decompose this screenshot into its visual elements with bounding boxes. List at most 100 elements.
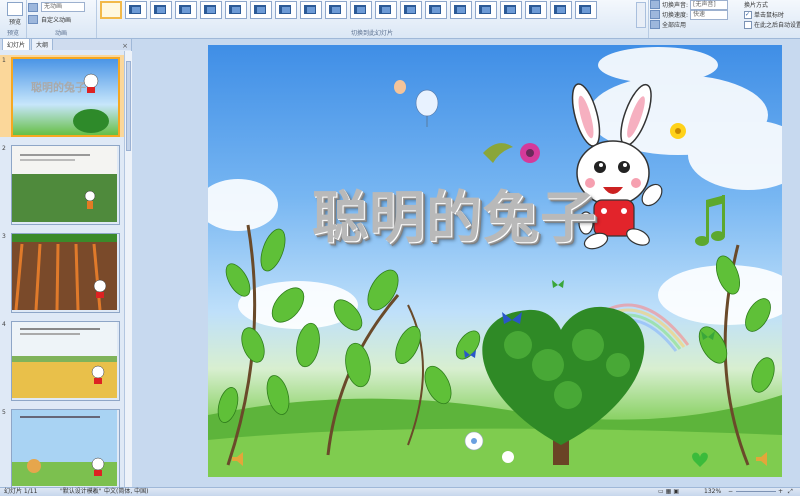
slides-pane-scrollbar[interactable] [124, 51, 132, 487]
slide-thumbnail-row[interactable]: 5 [0, 407, 124, 487]
transition-effect-button[interactable] [375, 1, 397, 19]
preview-button-label: 预览 [8, 19, 21, 26]
transition-effect-icon [282, 7, 290, 13]
slide-thumbnail-list: 1 聪明的兔子 2 3 4 5 [0, 51, 124, 487]
transition-speed-select[interactable]: 快速 [690, 9, 729, 20]
slides-pane: 幻灯片 大纲 × 1 聪明的兔子 2 3 4 5 [0, 38, 132, 487]
animate-row: 无动画 [28, 2, 85, 12]
advance-slide-label: 换片方式 [744, 2, 769, 9]
transition-effect-button[interactable] [200, 1, 222, 19]
slide-thumbnail[interactable] [11, 409, 120, 487]
transition-gallery [100, 1, 597, 19]
slide-canvas[interactable]: 聪明的兔子 [208, 45, 782, 477]
transition-speed-row: 切换速度: 快速 [650, 9, 729, 20]
animate-select[interactable]: 无动画 [41, 2, 85, 12]
slide-number: 5 [2, 409, 6, 416]
transition-effect-button[interactable] [125, 1, 147, 19]
slide-number: 4 [2, 321, 6, 328]
auto-after-checkbox[interactable] [744, 20, 752, 29]
zoom-slider[interactable] [736, 491, 776, 492]
slide-thumbnail-row[interactable]: 3 [0, 231, 124, 313]
custom-animation-button[interactable]: 自定义动画 [28, 14, 71, 24]
slide-3-preview [12, 234, 117, 311]
close-pane-icon[interactable]: × [122, 42, 128, 50]
bird-graphic [483, 143, 513, 163]
slide-1-preview: 聪明的兔子 [13, 59, 118, 135]
slide-number: 2 [2, 145, 6, 152]
apply-all-icon [650, 20, 660, 29]
slide-thumbnail-row[interactable]: 4 [0, 319, 124, 401]
transition-effect-button[interactable] [550, 1, 572, 19]
transition-effect-icon [307, 7, 315, 13]
animation-group: 无动画 自定义动画 动画 [26, 0, 97, 38]
preview-group-label: 预览 [6, 30, 19, 37]
apply-all-button[interactable]: 全部应用 [650, 20, 686, 29]
transition-effect-button[interactable] [475, 1, 497, 19]
transition-effect-button[interactable] [575, 1, 597, 19]
transition-effect-icon [507, 7, 515, 13]
transition-effect-icon [207, 7, 215, 13]
slide-thumbnail-row[interactable]: 2 [0, 143, 124, 225]
slide-thumbnail[interactable] [11, 321, 120, 401]
transition-effect-button[interactable] [350, 1, 372, 19]
ribbon: 预览 预览 无动画 自定义动画 动画 切换到此幻灯片 切换声音: [无声音] 切… [0, 0, 800, 39]
pane-tabs: 幻灯片 大纲 × [0, 38, 131, 50]
transition-speed-label: 切换速度: [662, 12, 689, 19]
transition-sound-select[interactable]: [无声音] [690, 0, 729, 10]
transition-effect-button[interactable] [275, 1, 297, 19]
transition-effect-icon [432, 7, 440, 13]
slide-thumbnail[interactable] [11, 145, 120, 225]
transition-effect-button[interactable] [525, 1, 547, 19]
preview-group: 预览 预览 [0, 0, 27, 38]
transition-effect-icon [457, 7, 465, 13]
transition-effect-button[interactable] [400, 1, 422, 19]
preview-button[interactable]: 预览 [4, 2, 26, 26]
slide-thumbnail[interactable]: 聪明的兔子 [11, 57, 120, 137]
transition-options: 切换声音: [无声音] 切换速度: 快速 全部应用 换片方式 单击鼠标时 在此之… [648, 0, 800, 38]
transition-effect-icon [482, 7, 490, 13]
tab-outline[interactable]: 大纲 [31, 38, 54, 50]
transition-sound-label: 切换声音: [662, 2, 689, 9]
transition-effect-button[interactable] [175, 1, 197, 19]
on-click-checkbox-row[interactable]: 单击鼠标时 [744, 10, 784, 19]
transition-effect-button[interactable] [150, 1, 172, 19]
transition-effect-button[interactable] [225, 1, 247, 19]
transition-effect-icon [407, 7, 415, 13]
preview-icon [7, 2, 23, 16]
advance-slide-label-row: 换片方式 [744, 0, 768, 9]
slide-workspace: 聪明的兔子 [132, 39, 800, 487]
transition-effect-icon [357, 7, 365, 13]
transition-effect-icon [382, 7, 390, 13]
svg-text:聪明的兔子: 聪明的兔子 [31, 80, 86, 94]
on-click-checkbox[interactable] [744, 10, 752, 19]
slide-number: 3 [2, 233, 6, 240]
auto-after-checkbox-row[interactable]: 在此之后自动设置 [744, 20, 800, 29]
transition-effect-icon [532, 7, 540, 13]
transition-sound-row: 切换声音: [无声音] [650, 0, 729, 10]
slide-thumbnail[interactable] [11, 233, 120, 313]
transition-effect-icon [157, 7, 165, 13]
transition-gallery-scroll[interactable] [636, 2, 646, 28]
on-click-label: 单击鼠标时 [754, 12, 785, 19]
transition-effect-button[interactable] [500, 1, 522, 19]
tab-slides[interactable]: 幻灯片 [2, 38, 31, 50]
transition-effect-icon [132, 7, 140, 13]
transition-effect-button[interactable] [425, 1, 447, 19]
slide-title[interactable]: 聪明的兔子 [312, 173, 597, 254]
slide-artwork [208, 47, 782, 477]
custom-animation-icon [28, 14, 38, 24]
transition-effect-button[interactable] [325, 1, 347, 19]
slide-number: 1 [2, 57, 6, 64]
transition-effect-button[interactable] [250, 1, 272, 19]
speed-icon [650, 10, 660, 19]
apply-all-label: 全部应用 [662, 22, 687, 29]
transition-effect-icon [582, 7, 590, 13]
transition-effect-button[interactable] [450, 1, 472, 19]
transition-effect-button[interactable] [300, 1, 322, 19]
slides-pane-scroll-thumb[interactable] [126, 61, 131, 151]
slide-thumbnail-row[interactable]: 1 聪明的兔子 [0, 55, 124, 137]
slide-2-preview [12, 146, 117, 222]
transition-effect-icon [332, 7, 340, 13]
transition-effect-button[interactable] [100, 1, 122, 19]
transition-effect-icon [257, 7, 265, 13]
